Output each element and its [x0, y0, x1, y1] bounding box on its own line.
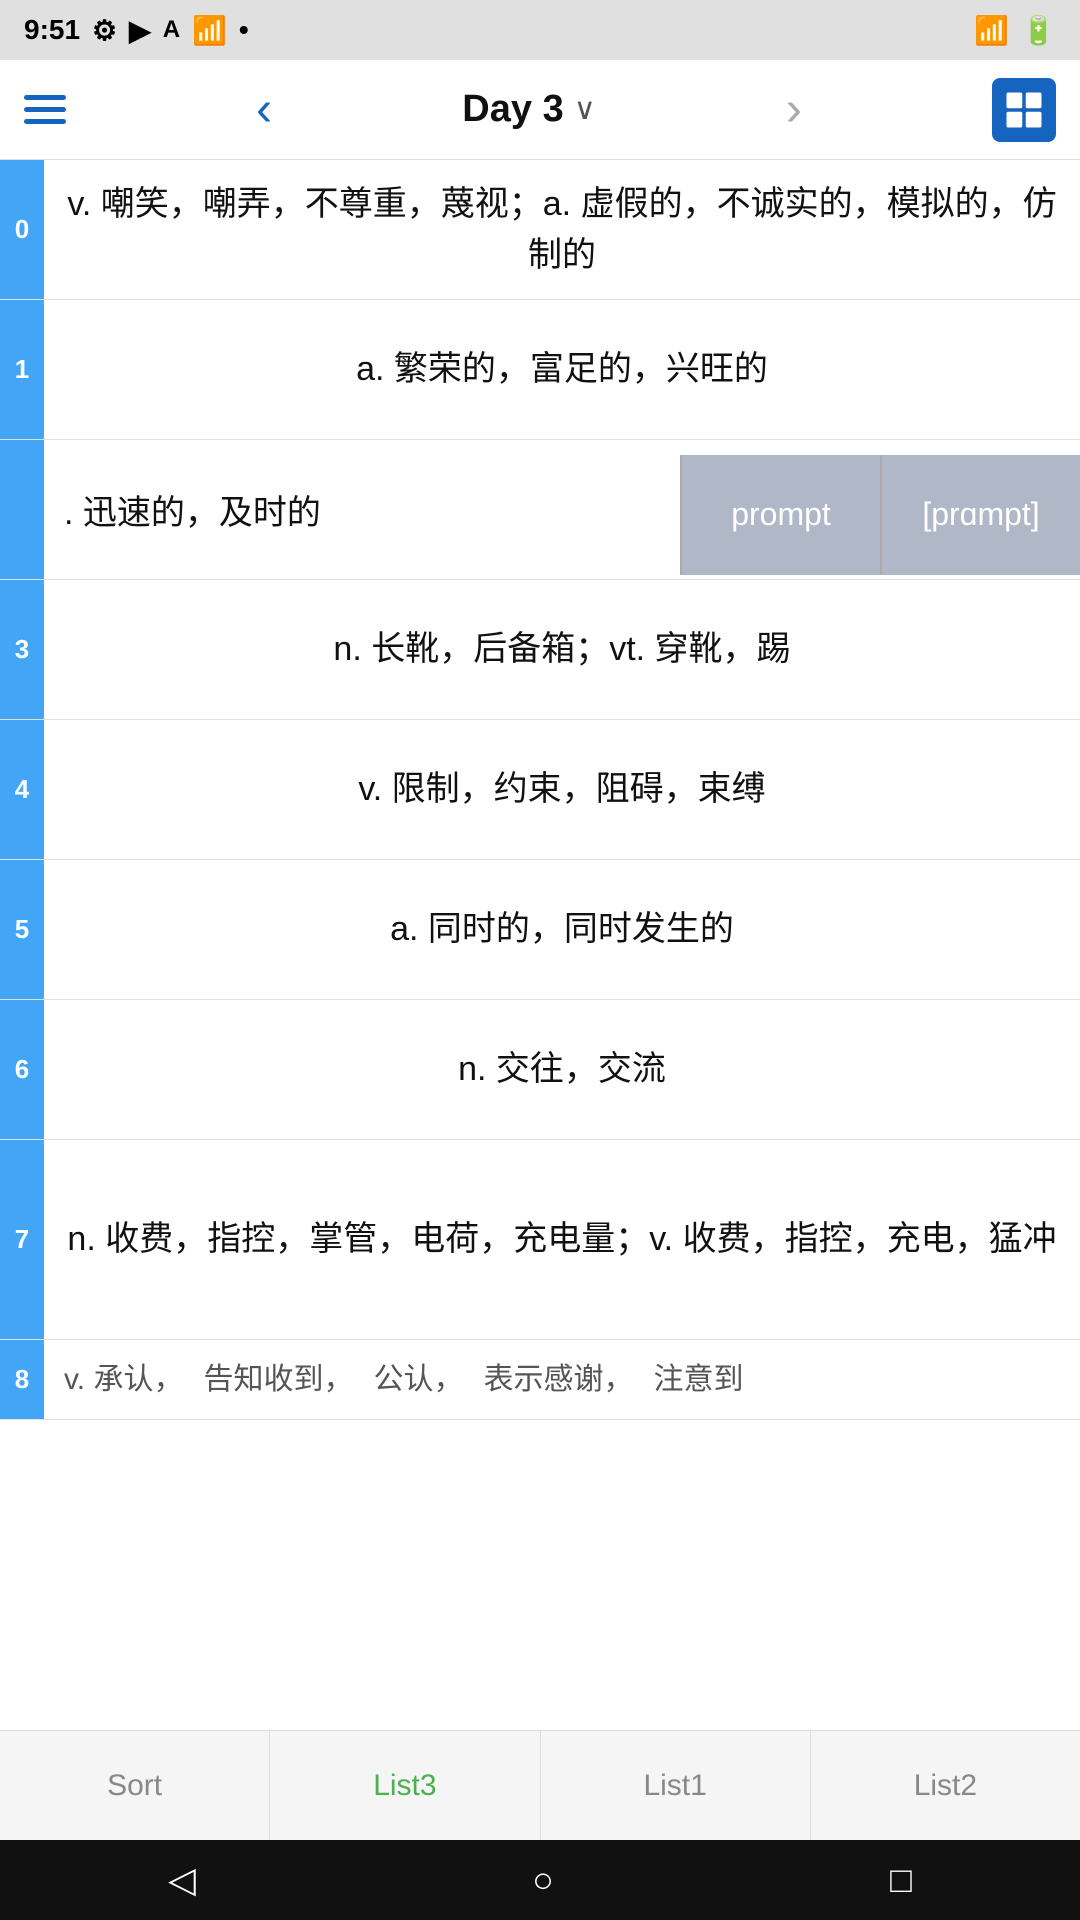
android-nav-bar: ◁ ○ □: [0, 1840, 1080, 1920]
status-right: 📶 🔋: [974, 14, 1056, 47]
settings-icon: ⚙: [92, 14, 117, 47]
android-recent-button[interactable]: □: [890, 1859, 912, 1901]
day-selector[interactable]: Day 3 ∨: [462, 88, 595, 131]
word-index-7: 7: [0, 1140, 44, 1339]
partial-text-3: 公认，: [373, 1357, 463, 1402]
android-home-button[interactable]: ○: [532, 1859, 554, 1901]
android-back-button[interactable]: ◁: [168, 1859, 196, 1901]
word-row[interactable]: 3 n. 长靴，后备箱；vt. 穿靴，踢: [0, 580, 1080, 720]
word-definition-3: n. 长靴，后备箱；vt. 穿靴，踢: [44, 580, 1080, 719]
dot-icon: •: [239, 14, 249, 46]
word-list: 0 v. 嘲笑，嘲弄，不尊重，蔑视；a. 虚假的，不诚实的，模拟的，仿制的 1 …: [0, 160, 1080, 1420]
popup-content-area: . 迅速的，及时的 prompt [prɑmpt]: [44, 440, 1080, 579]
partial-text-2: 告知收到，: [203, 1357, 353, 1402]
signal-icon: 📶: [974, 14, 1009, 47]
bottom-tab-bar: Sort List3 List1 List2: [0, 1730, 1080, 1840]
word-definition-0: v. 嘲笑，嘲弄，不尊重，蔑视；a. 虚假的，不诚实的，模拟的，仿制的: [44, 160, 1080, 299]
back-button[interactable]: ‹: [246, 82, 282, 137]
partial-text-4: 表示感谢，: [483, 1357, 633, 1402]
word-row[interactable]: 5 a. 同时的，同时发生的: [0, 860, 1080, 1000]
popup-phonetic[interactable]: [prɑmpt]: [880, 455, 1080, 575]
play-icon: ▶: [129, 14, 151, 47]
word-row-popup[interactable]: . 迅速的，及时的 prompt [prɑmpt]: [0, 440, 1080, 580]
word-row[interactable]: 6 n. 交往，交流: [0, 1000, 1080, 1140]
word-definition-5: a. 同时的，同时发生的: [44, 860, 1080, 999]
tab-list3[interactable]: List3: [270, 1731, 540, 1840]
status-time: 9:51: [24, 14, 80, 46]
grid-view-button[interactable]: [992, 78, 1056, 142]
word-index-2: [0, 440, 44, 579]
word-index-0: 0: [0, 160, 44, 299]
word-definition-6: n. 交往，交流: [44, 1000, 1080, 1139]
word-index-4: 4: [0, 720, 44, 859]
word-index-3: 3: [0, 580, 44, 719]
word-index-6: 6: [0, 1000, 44, 1139]
battery-icon: 🔋: [1021, 14, 1056, 47]
popup-options: prompt [prɑmpt]: [680, 440, 1080, 579]
tab-sort[interactable]: Sort: [0, 1731, 270, 1840]
word-row[interactable]: 4 v. 限制，约束，阻碍，束缚: [0, 720, 1080, 860]
word-definition-1: a. 繁荣的，富足的，兴旺的: [44, 300, 1080, 439]
word-definition-4: v. 限制，约束，阻碍，束缚: [44, 720, 1080, 859]
status-bar: 9:51 ⚙ ▶ A 📶 • 📶 🔋: [0, 0, 1080, 60]
word-index-1: 1: [0, 300, 44, 439]
popup-word[interactable]: prompt: [680, 455, 880, 575]
forward-button[interactable]: ›: [776, 82, 812, 137]
word-row[interactable]: 7 n. 收费，指控，掌管，电荷，充电量；v. 收费，指控，充电，猛冲: [0, 1140, 1080, 1340]
word-row[interactable]: 1 a. 繁荣的，富足的，兴旺的: [0, 300, 1080, 440]
partial-text-5: 注意到: [653, 1357, 743, 1402]
word-row-partial[interactable]: 8 v. 承认， 告知收到， 公认， 表示感谢， 注意到: [0, 1340, 1080, 1420]
word-index-5: 5: [0, 860, 44, 999]
nav-title: Day 3: [462, 88, 563, 131]
tab-list2[interactable]: List2: [811, 1731, 1080, 1840]
nav-bar: ‹ Day 3 ∨ ›: [0, 60, 1080, 160]
font-icon: A: [163, 16, 180, 44]
chevron-down-icon: ∨: [574, 92, 596, 127]
word-definition-8: v. 承认， 告知收到， 公认， 表示感谢， 注意到: [44, 1340, 1080, 1419]
menu-button[interactable]: [24, 95, 66, 124]
partial-text-1: v. 承认，: [64, 1357, 183, 1402]
tab-list1[interactable]: List1: [541, 1731, 811, 1840]
word-index-8: 8: [0, 1340, 44, 1419]
word-row[interactable]: 0 v. 嘲笑，嘲弄，不尊重，蔑视；a. 虚假的，不诚实的，模拟的，仿制的: [0, 160, 1080, 300]
wifi-icon: 📶: [192, 14, 227, 47]
word-definition-7: n. 收费，指控，掌管，电荷，充电量；v. 收费，指控，充电，猛冲: [44, 1140, 1080, 1339]
